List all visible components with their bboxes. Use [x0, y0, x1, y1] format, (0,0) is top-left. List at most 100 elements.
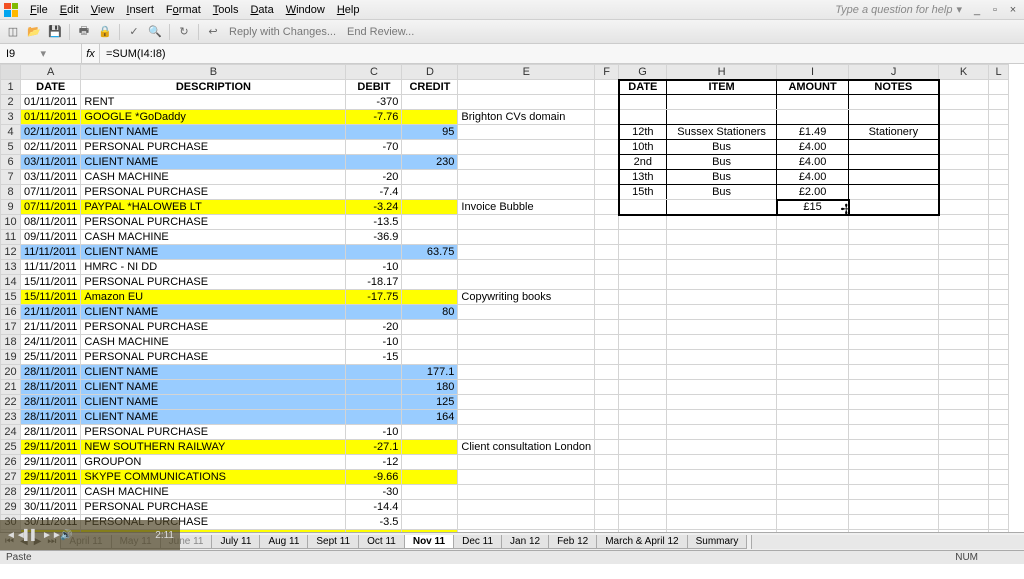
cell[interactable]: -20: [346, 320, 402, 335]
row-header-18[interactable]: 18: [1, 335, 21, 350]
cell[interactable]: [989, 350, 1009, 365]
cell[interactable]: [458, 365, 595, 380]
cell[interactable]: [939, 350, 989, 365]
save-icon[interactable]: 💾: [46, 23, 64, 41]
cell[interactable]: 95: [402, 125, 458, 140]
cell[interactable]: [939, 305, 989, 320]
cell[interactable]: -9.66: [346, 470, 402, 485]
row-header-5[interactable]: 5: [1, 140, 21, 155]
sheet-tab[interactable]: March & April 12: [596, 535, 687, 549]
cell[interactable]: [667, 110, 777, 125]
cell[interactable]: [402, 260, 458, 275]
cell[interactable]: DEBIT: [346, 80, 402, 95]
col-header-F[interactable]: F: [595, 65, 619, 80]
cell[interactable]: [619, 320, 667, 335]
cell[interactable]: [346, 380, 402, 395]
cell[interactable]: [989, 200, 1009, 215]
sheet-tab[interactable]: Dec 11: [453, 535, 502, 549]
cell[interactable]: GROUPON: [81, 455, 346, 470]
cell[interactable]: [595, 125, 619, 140]
cell[interactable]: [849, 200, 939, 215]
cell[interactable]: [777, 380, 849, 395]
select-all-cell[interactable]: [1, 65, 21, 80]
cell[interactable]: [849, 230, 939, 245]
cell[interactable]: Sussex Stationers: [667, 125, 777, 140]
cell[interactable]: CLIENT NAME: [81, 365, 346, 380]
cell[interactable]: 12th: [619, 125, 667, 140]
cell[interactable]: [595, 215, 619, 230]
cell[interactable]: [595, 80, 619, 95]
cell[interactable]: [619, 395, 667, 410]
cell[interactable]: [458, 350, 595, 365]
cell[interactable]: [989, 80, 1009, 95]
cell[interactable]: [402, 350, 458, 365]
cell[interactable]: 08/11/2011: [21, 215, 81, 230]
cell[interactable]: Copywriting books: [458, 290, 595, 305]
cell[interactable]: [939, 95, 989, 110]
menu-view[interactable]: View: [85, 2, 121, 18]
cell[interactable]: [619, 230, 667, 245]
cell[interactable]: [458, 95, 595, 110]
cell[interactable]: [402, 95, 458, 110]
cell[interactable]: 180: [402, 380, 458, 395]
cell[interactable]: 25/11/2011: [21, 350, 81, 365]
cell[interactable]: -7.4: [346, 185, 402, 200]
cell[interactable]: [849, 425, 939, 440]
cell[interactable]: [402, 110, 458, 125]
cell[interactable]: HMRC - NI DD: [81, 260, 346, 275]
row-header-24[interactable]: 24: [1, 425, 21, 440]
col-header-H[interactable]: H: [667, 65, 777, 80]
cell[interactable]: 63.75: [402, 245, 458, 260]
cell[interactable]: NOTES: [849, 80, 939, 95]
sheet-tab[interactable]: Feb 12: [548, 535, 597, 549]
row-header-27[interactable]: 27: [1, 470, 21, 485]
cell[interactable]: [849, 515, 939, 530]
cell[interactable]: -20: [346, 170, 402, 185]
cell[interactable]: [777, 305, 849, 320]
cell[interactable]: [939, 425, 989, 440]
cell[interactable]: -10: [346, 335, 402, 350]
sheet-tab[interactable]: Jan 12: [501, 535, 549, 549]
player-prev-icon[interactable]: ◄◄: [6, 530, 18, 541]
cell[interactable]: [595, 425, 619, 440]
cell[interactable]: [777, 365, 849, 380]
cell[interactable]: -10: [346, 425, 402, 440]
col-header-K[interactable]: K: [939, 65, 989, 80]
cell[interactable]: SKYPE COMMUNICATIONS: [81, 470, 346, 485]
cell[interactable]: [667, 335, 777, 350]
cell[interactable]: 09/11/2011: [21, 230, 81, 245]
cell[interactable]: [667, 515, 777, 530]
cell[interactable]: [989, 140, 1009, 155]
cell[interactable]: -7.76: [346, 110, 402, 125]
cell[interactable]: [458, 395, 595, 410]
close-icon[interactable]: ×: [1006, 4, 1020, 16]
cell[interactable]: [619, 245, 667, 260]
cell[interactable]: [402, 290, 458, 305]
cell[interactable]: 28/11/2011: [21, 380, 81, 395]
horizontal-scrollbar[interactable]: [751, 535, 1024, 549]
cell[interactable]: [939, 470, 989, 485]
cell[interactable]: [777, 455, 849, 470]
cell[interactable]: [939, 185, 989, 200]
cell[interactable]: 28/11/2011: [21, 395, 81, 410]
row-header-13[interactable]: 13: [1, 260, 21, 275]
cell[interactable]: [777, 320, 849, 335]
cell[interactable]: -18.17: [346, 275, 402, 290]
col-header-C[interactable]: C: [346, 65, 402, 80]
cell[interactable]: Bus: [667, 170, 777, 185]
cell[interactable]: [619, 365, 667, 380]
cell[interactable]: [619, 455, 667, 470]
cell[interactable]: 03/11/2011: [21, 155, 81, 170]
cell[interactable]: [667, 290, 777, 305]
cell[interactable]: [849, 395, 939, 410]
cell[interactable]: [458, 215, 595, 230]
row-header-29[interactable]: 29: [1, 500, 21, 515]
cell[interactable]: [595, 170, 619, 185]
cell[interactable]: [989, 425, 1009, 440]
cell[interactable]: [989, 440, 1009, 455]
cell[interactable]: [458, 470, 595, 485]
cell[interactable]: [989, 410, 1009, 425]
cell[interactable]: [939, 170, 989, 185]
cell[interactable]: [939, 275, 989, 290]
cell[interactable]: 10th: [619, 140, 667, 155]
